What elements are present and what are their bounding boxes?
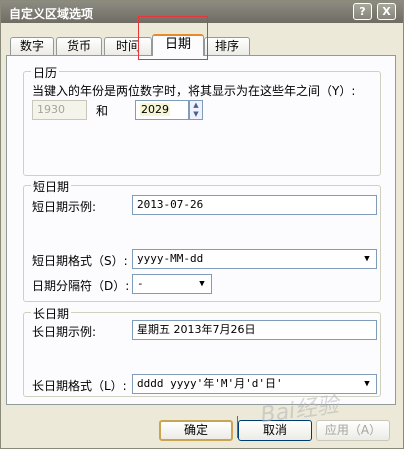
long-date-sample-field: 星期五 2013年7月26日 [132, 320, 377, 340]
long-date-format-label: 长日期格式（L）: [32, 379, 127, 393]
tab-label: 时间 [115, 39, 140, 53]
short-date-sample-value: 2013-07-26 [137, 198, 204, 211]
year-to-field[interactable]: 2029 [135, 100, 189, 120]
date-separator-label: 日期分隔符（D）: [32, 279, 130, 293]
calendar-group-title: 日历 [31, 64, 60, 81]
spin-down-icon[interactable]: ▼ [190, 110, 202, 119]
tab-label: 日期 [164, 37, 191, 52]
year-from-field: 1930 [32, 100, 87, 120]
short-date-format-value: yyyy-MM-dd [137, 252, 204, 265]
short-date-sample-label: 短日期示例: [32, 200, 97, 214]
close-icon: X [382, 5, 391, 18]
short-date-sample-field: 2013-07-26 [132, 195, 377, 215]
and-label: 和 [96, 104, 109, 118]
window-title: 自定义区域选项 [9, 7, 94, 21]
chevron-down-icon[interactable]: ▼ [359, 376, 375, 392]
year-spinner[interactable]: ▲ ▼ [189, 100, 203, 120]
chevron-down-icon[interactable]: ▼ [359, 251, 375, 267]
short-date-format-combo[interactable]: yyyy-MM-dd ▼ [132, 249, 377, 269]
long-date-sample-value: 星期五 2013年7月26日 [137, 323, 256, 336]
tab-currency[interactable]: 货币 [56, 37, 102, 55]
tab-sort[interactable]: 排序 [204, 37, 250, 55]
chevron-down-icon[interactable]: ▼ [194, 276, 210, 292]
tab-time[interactable]: 时间 [104, 37, 152, 55]
help-button[interactable]: ? [353, 3, 372, 20]
date-separator-combo[interactable]: - ▼ [132, 274, 212, 294]
help-icon: ? [359, 5, 366, 18]
short-date-format-label: 短日期格式（S）: [32, 254, 128, 268]
year-to-value: 2029 [140, 103, 170, 116]
long-date-sample-label: 长日期示例: [32, 325, 97, 339]
date-separator-value: - [137, 277, 144, 290]
tab-date[interactable]: 日期 [152, 34, 204, 56]
long-date-group-title: 长日期 [31, 305, 72, 322]
tab-label: 数字 [19, 39, 44, 53]
ok-button[interactable]: 确定 [159, 420, 233, 441]
tab-label: 货币 [66, 39, 91, 53]
long-date-format-combo[interactable]: dddd yyyy'年'M'月'd'日' ▼ [132, 374, 377, 394]
apply-button: 应用（A） [316, 420, 390, 441]
long-date-format-value: dddd yyyy'年'M'月'd'日' [137, 377, 283, 390]
tab-number[interactable]: 数字 [10, 37, 54, 55]
close-button[interactable]: X [377, 3, 396, 20]
tab-label: 排序 [214, 39, 239, 53]
year-from-value: 1930 [37, 103, 65, 116]
title-bar[interactable]: 自定义区域选项 ? X [1, 1, 403, 23]
two-digit-year-label: 当键入的年份是两位数字时，将其显示为在这些年之间（Y）: [32, 84, 356, 98]
short-date-group-title: 短日期 [31, 178, 72, 195]
spin-up-icon[interactable]: ▲ [190, 101, 202, 110]
